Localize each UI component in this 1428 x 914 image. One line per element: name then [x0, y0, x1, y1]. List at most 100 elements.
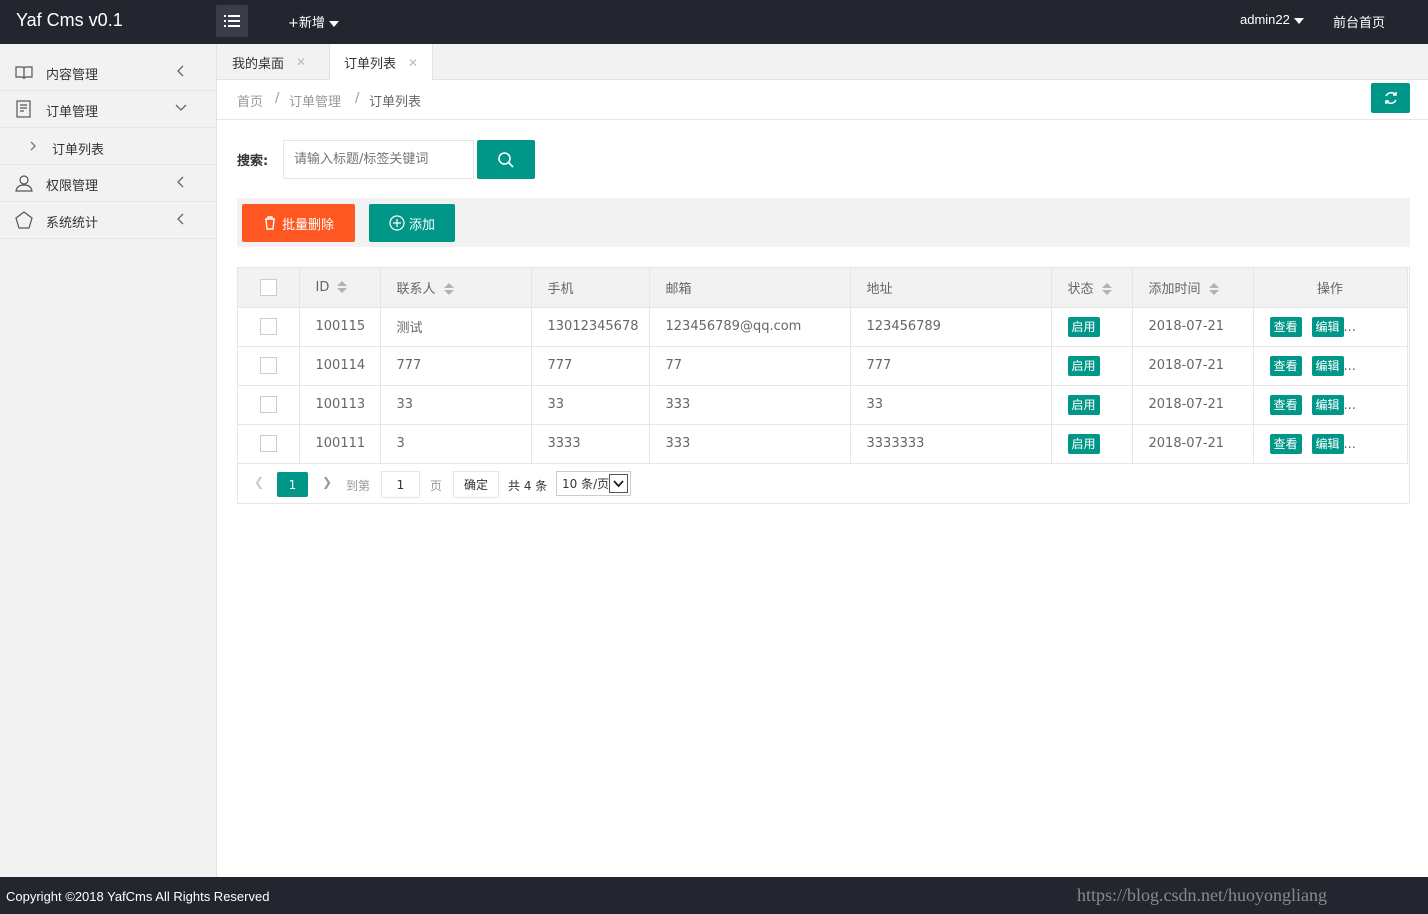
row-select-cell [238, 307, 300, 347]
view-button[interactable]: 查看 [1269, 355, 1302, 376]
add-button[interactable]: 添加 [369, 204, 455, 242]
header-label: ID [315, 279, 330, 295]
breadcrumb-orders[interactable]: 订单管理 [289, 91, 341, 110]
breadcrumb-separator: / [275, 91, 280, 106]
cell-contact: 3 [380, 424, 532, 464]
edit-button[interactable]: 编辑 [1311, 355, 1344, 376]
table-header-row: ID 联系人 手机 邮箱 地址 状态 添加时间 操作 [238, 268, 1408, 308]
cell-phone: 3333 [531, 424, 650, 464]
header-phone: 手机 [531, 268, 650, 308]
cell-contact: 33 [380, 385, 532, 425]
user-menu[interactable]: admin22 [1240, 12, 1304, 27]
more-ellipsis: ... [1343, 319, 1356, 335]
view-button[interactable]: 查看 [1269, 394, 1302, 415]
list-icon [224, 15, 240, 27]
cell-address: 123456789 [850, 307, 1052, 347]
header-label: 添加时间 [1148, 281, 1201, 297]
cell-email: 123456789@qq.com [649, 307, 851, 347]
cell-address: 777 [850, 346, 1052, 386]
close-icon[interactable]: ✕ [408, 56, 418, 70]
close-icon[interactable]: ✕ [296, 55, 306, 69]
row-select-cell [238, 424, 300, 464]
more-ellipsis: ... [1343, 436, 1356, 452]
edit-button[interactable]: 编辑 [1311, 394, 1344, 415]
refresh-button[interactable] [1371, 83, 1410, 113]
front-home-link[interactable]: 前台首页 [1333, 12, 1385, 31]
row-checkbox[interactable] [259, 357, 277, 374]
more-ellipsis: ... [1343, 397, 1356, 413]
sidebar-item-statistics[interactable]: 系统统计 [0, 202, 216, 239]
cell-phone: 33 [531, 385, 650, 425]
sidebar-toggle-button[interactable] [216, 5, 248, 37]
cell-id: 100113 [299, 385, 381, 425]
sidebar-subitem-order-list[interactable]: 订单列表 [0, 128, 216, 165]
goto-confirm-button[interactable]: 确定 [453, 471, 499, 498]
new-menu-button[interactable]: +新增 [288, 12, 339, 31]
breadcrumb-home[interactable]: 首页 [237, 91, 263, 110]
tab-desktop[interactable]: 我的桌面 ✕ [232, 44, 306, 80]
top-header: Yaf Cms v0.1 +新增 admin22 前台首页 [0, 0, 1428, 44]
sidebar-item-content[interactable]: 内容管理 [0, 54, 216, 91]
cell-id: 100111 [299, 424, 381, 464]
tab-order-list[interactable]: 订单列表 ✕ [329, 44, 434, 81]
sidebar-item-orders[interactable]: 订单管理 [0, 91, 216, 128]
edit-button[interactable]: 编辑 [1311, 316, 1344, 337]
user-icon [15, 175, 33, 192]
caret-down-icon [328, 20, 339, 27]
search-input[interactable] [283, 140, 474, 179]
header-date[interactable]: 添加时间 [1132, 268, 1254, 308]
total-count: 共 4 条 [508, 479, 548, 493]
batch-delete-button[interactable]: 批量删除 [242, 204, 355, 242]
status-badge[interactable]: 启用 [1067, 394, 1100, 415]
app-logo[interactable]: Yaf Cms v0.1 [16, 10, 123, 31]
search-button[interactable] [477, 140, 535, 179]
view-button[interactable]: 查看 [1269, 433, 1302, 454]
view-button[interactable]: 查看 [1269, 316, 1302, 337]
chevron-left-icon [177, 176, 184, 188]
header-email: 邮箱 [649, 268, 851, 308]
pagination: ❮ 1 ❯ 到第 1 页 确定 共 4 条 10 条/页 [238, 465, 1409, 504]
page-unit-label: 页 [430, 479, 443, 493]
table-row: 100113 33 33 333 33 启用 2018-07-21 查看 编辑..… [238, 385, 1408, 425]
cell-contact: 777 [380, 346, 532, 386]
book-icon [15, 66, 33, 80]
tab-bar: 我的桌面 ✕ 订单列表 ✕ [217, 44, 1428, 81]
breadcrumb-separator: / [355, 91, 360, 106]
goto-page-input[interactable]: 1 [381, 471, 420, 498]
header-id[interactable]: ID [299, 268, 381, 308]
sort-icon[interactable] [1101, 282, 1112, 296]
tab-label: 我的桌面 [232, 56, 285, 72]
page-size-select[interactable]: 10 条/页 [556, 471, 631, 496]
cell-contact: 测试 [380, 307, 532, 347]
sort-icon[interactable] [443, 282, 454, 296]
sidebar-item-label: 订单管理 [46, 105, 99, 120]
new-menu-label: +新增 [288, 16, 325, 31]
header-contact[interactable]: 联系人 [380, 268, 532, 308]
cell-id: 100114 [299, 346, 381, 386]
sort-icon[interactable] [1208, 282, 1219, 296]
prev-page-icon[interactable]: ❮ [254, 475, 264, 489]
cell-actions: 查看 编辑... [1253, 346, 1408, 386]
select-all-checkbox[interactable] [259, 278, 277, 296]
row-checkbox[interactable] [259, 396, 277, 413]
next-page-icon[interactable]: ❯ [322, 475, 332, 489]
status-badge[interactable]: 启用 [1067, 355, 1100, 376]
chevron-down-icon [175, 104, 187, 111]
sidebar-item-permissions[interactable]: 权限管理 [0, 165, 216, 202]
row-checkbox[interactable] [259, 435, 277, 452]
footer: Copyright ©2018 YafCms All Rights Reserv… [0, 877, 1428, 914]
edit-button[interactable]: 编辑 [1311, 433, 1344, 454]
header-select-all [238, 268, 300, 308]
row-checkbox[interactable] [259, 318, 277, 335]
sort-icon[interactable] [337, 280, 348, 294]
status-badge[interactable]: 启用 [1067, 433, 1100, 454]
form-icon [16, 100, 31, 118]
cell-date: 2018-07-21 [1132, 346, 1254, 386]
page-current[interactable]: 1 [277, 472, 308, 497]
header-status[interactable]: 状态 [1051, 268, 1133, 308]
order-table: ID 联系人 手机 邮箱 地址 状态 添加时间 操作 100115 测试 130… [237, 267, 1410, 504]
add-label: 添加 [408, 217, 435, 233]
status-badge[interactable]: 启用 [1067, 316, 1100, 337]
table-row: 100111 3 3333 333 3333333 启用 2018-07-21 … [238, 424, 1408, 464]
caret-down-icon [1293, 17, 1304, 24]
